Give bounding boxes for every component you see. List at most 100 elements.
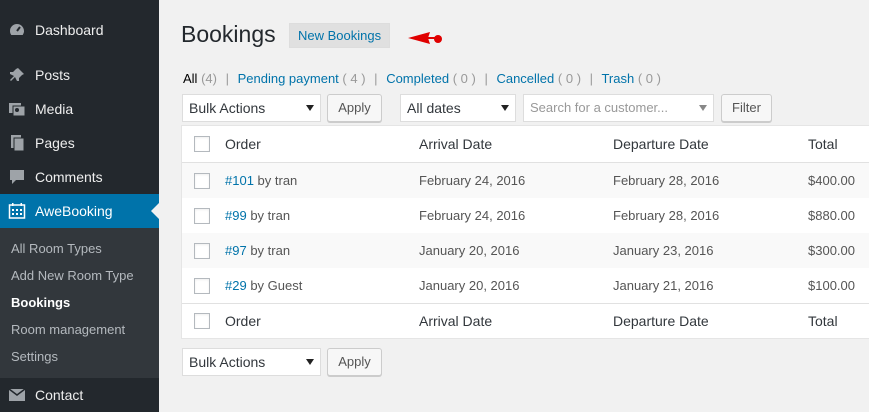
submenu-item-settings[interactable]: Settings [11,349,58,364]
bulk-actions-value: Bulk Actions [189,354,266,370]
total-cell: $300.00 [808,243,855,258]
pin-icon [8,66,26,84]
column-header-order[interactable]: Order [225,136,261,152]
bottom-bulk-actions-select[interactable]: Bulk Actions [182,348,321,376]
total-cell: $400.00 [808,173,855,188]
status-link-pending-payment[interactable]: Pending payment [238,71,339,86]
order-link[interactable]: #99 [225,208,247,223]
date-filter-select[interactable]: All dates [400,94,516,122]
status-filter-links: All (4) | Pending payment ( 4 ) | Comple… [183,71,661,86]
sidebar-item-label: Pages [35,135,75,151]
apply-button[interactable]: Apply [327,94,382,122]
departure-date-cell: February 28, 2016 [613,208,720,223]
table-footer-row: Order Arrival Date Departure Date Total [182,304,869,339]
submenu-item-all-room-types[interactable]: All Room Types [11,241,102,256]
order-cell: #29 by Guest [225,278,302,293]
arrival-date-cell: February 24, 2016 [419,208,526,223]
chevron-down-icon [699,105,707,111]
customer-search-placeholder: Search for a customer... [530,100,669,115]
bookings-table: Order Arrival Date Departure Date Total … [181,125,869,339]
bottom-apply-button[interactable]: Apply [327,348,382,376]
admin-sidebar: Dashboard Posts Media Pages Comments Awe… [0,0,159,412]
status-link-completed[interactable]: Completed [386,71,449,86]
bulk-actions-value: Bulk Actions [189,100,266,116]
sidebar-item-pages[interactable]: Pages [0,126,159,160]
dashboard-icon [8,21,26,39]
column-header-arrival-date[interactable]: Arrival Date [419,136,492,152]
bulk-actions-select[interactable]: Bulk Actions [182,94,321,122]
order-cell: #99 by tran [225,208,290,223]
new-bookings-button[interactable]: New Bookings [289,23,391,48]
sidebar-item-label: AweBooking [35,203,113,219]
sidebar-item-label: Posts [35,67,71,83]
chevron-down-icon [306,359,314,365]
date-filter-value: All dates [407,100,461,116]
select-all-checkbox[interactable] [194,136,210,152]
row-checkbox[interactable] [194,208,210,224]
calendar-icon [8,202,26,220]
column-footer-total[interactable]: Total [808,313,838,329]
comment-icon [8,168,26,186]
status-count: ( 0 ) [557,71,582,86]
status-link-all[interactable]: All [183,71,197,86]
sidebar-item-media[interactable]: Media [0,92,159,126]
arrival-date-cell: January 20, 2016 [419,278,520,293]
submenu-item-bookings[interactable]: Bookings [11,295,70,310]
table-row: #97 by tran January 20, 2016 January 23,… [182,233,869,268]
total-cell: $100.00 [808,278,855,293]
pages-icon [8,134,26,152]
sidebar-item-label: Contact [35,387,84,403]
departure-date-cell: February 28, 2016 [613,173,720,188]
sidebar-item-contact[interactable]: Contact [0,378,159,412]
submenu-item-room-management[interactable]: Room management [11,322,125,337]
awebooking-submenu: All Room Types Add New Room Type Booking… [0,228,159,378]
column-header-total[interactable]: Total [808,136,838,152]
page-title: Bookings [181,21,276,47]
sidebar-item-posts[interactable]: Posts [0,58,159,92]
table-row: #99 by tran February 24, 2016 February 2… [182,198,869,233]
separator: | [374,71,378,86]
order-customer: by tran [250,208,291,223]
column-header-departure-date[interactable]: Departure Date [613,136,709,152]
separator: | [484,71,488,86]
order-customer: by tran [257,173,298,188]
departure-date-cell: January 21, 2016 [613,278,714,293]
arrival-date-cell: January 20, 2016 [419,243,520,258]
order-link[interactable]: #101 [225,173,254,188]
order-link[interactable]: #97 [225,243,247,258]
table-row: #101 by tran February 24, 2016 February … [182,163,869,198]
status-link-cancelled[interactable]: Cancelled [496,71,554,86]
customer-search-select[interactable]: Search for a customer... [523,94,714,122]
chevron-down-icon [306,105,314,111]
sidebar-item-dashboard[interactable]: Dashboard [0,13,159,47]
sidebar-item-awebooking[interactable]: AweBooking [0,194,159,228]
order-cell: #101 by tran [225,173,297,188]
select-all-checkbox[interactable] [194,313,210,329]
mail-icon [8,386,26,404]
order-customer: by tran [250,243,291,258]
arrival-date-cell: February 24, 2016 [419,173,526,188]
row-checkbox[interactable] [194,278,210,294]
order-cell: #97 by tran [225,243,290,258]
submenu-item-add-new-room-type[interactable]: Add New Room Type [11,268,134,283]
departure-date-cell: January 23, 2016 [613,243,714,258]
chevron-down-icon [501,105,509,111]
row-checkbox[interactable] [194,173,210,189]
order-link[interactable]: #29 [225,278,247,293]
row-checkbox[interactable] [194,243,210,259]
total-cell: $880.00 [808,208,855,223]
order-customer: by Guest [250,278,303,293]
sidebar-item-comments[interactable]: Comments [0,160,159,194]
column-footer-order[interactable]: Order [225,313,261,329]
status-count: ( 0 ) [637,71,661,86]
status-count: ( 0 ) [452,71,476,86]
table-header-row: Order Arrival Date Departure Date Total [182,126,869,162]
annotation-arrow-icon [408,32,442,44]
filter-button[interactable]: Filter [721,94,772,122]
sidebar-item-label: Dashboard [35,22,104,38]
table-row: #29 by Guest January 20, 2016 January 21… [182,268,869,303]
status-count: (4) [201,71,217,86]
column-footer-departure-date[interactable]: Departure Date [613,313,709,329]
status-link-trash[interactable]: Trash [601,71,634,86]
column-footer-arrival-date[interactable]: Arrival Date [419,313,492,329]
